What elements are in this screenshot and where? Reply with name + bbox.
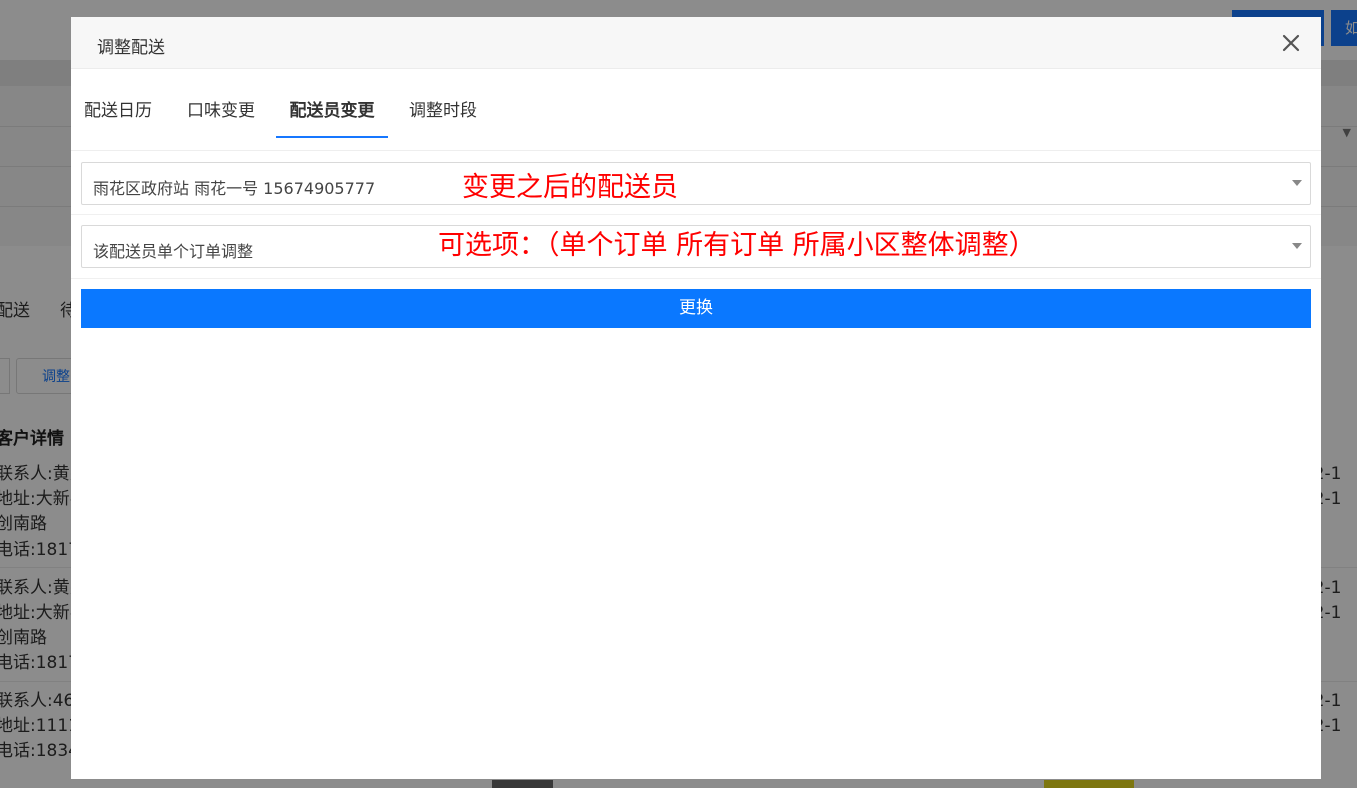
courier-annotation: 变更之后的配送员 [462, 172, 678, 203]
dialog-header: 调整配送 [71, 17, 1321, 69]
replace-button[interactable]: 更换 [81, 289, 1311, 328]
adjust-delivery-dialog: 调整配送 配送日历 口味变更 配送员变更 调整时段 雨花区政府站 雨花一号 15… [71, 17, 1321, 779]
chevron-down-icon [1292, 243, 1302, 249]
tab-flavor-change[interactable]: 口味变更 [186, 83, 256, 138]
form-divider [71, 214, 1321, 215]
chevron-down-icon [1292, 180, 1302, 186]
tab-time-slot[interactable]: 调整时段 [408, 83, 478, 138]
dialog-tabs: 配送日历 口味变更 配送员变更 调整时段 [71, 83, 1321, 151]
courier-select-value: 雨花区政府站 雨花一号 15674905777 [93, 179, 376, 198]
close-icon[interactable] [1279, 31, 1303, 55]
scope-annotation: 可选项：（单个订单 所有订单 所属小区整体调整） [438, 230, 1036, 261]
adjust-scope-value: 该配送员单个订单调整 [93, 242, 254, 261]
dialog-title: 调整配送 [97, 38, 165, 58]
courier-select[interactable]: 雨花区政府站 雨花一号 15674905777 [81, 162, 1311, 205]
form-divider [71, 278, 1321, 279]
tab-delivery-calendar[interactable]: 配送日历 [83, 83, 153, 138]
tab-courier-change[interactable]: 配送员变更 [276, 83, 388, 138]
